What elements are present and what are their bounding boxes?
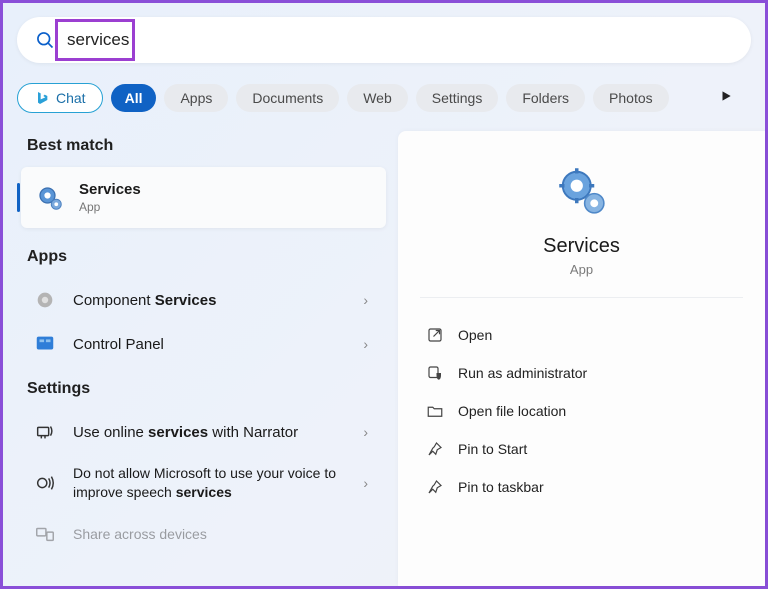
chevron-right-icon: › — [363, 424, 374, 440]
detail-title: Services — [420, 235, 743, 258]
group-best-match: Best match — [27, 137, 380, 155]
shield-admin-icon — [426, 364, 444, 382]
services-gear-icon — [35, 183, 65, 213]
best-match-subtitle: App — [79, 200, 372, 214]
narrator-icon — [33, 420, 57, 444]
tab-chat-label: Chat — [56, 90, 86, 106]
play-icon — [719, 89, 733, 103]
open-icon — [426, 326, 444, 344]
bing-icon — [34, 90, 50, 106]
best-match-item[interactable]: Services App — [21, 167, 386, 228]
action-open-location[interactable]: Open file location — [420, 392, 743, 430]
tab-chat[interactable]: Chat — [17, 83, 103, 113]
pin-icon — [426, 440, 444, 458]
result-title: Component Services — [73, 292, 363, 309]
tab-apps[interactable]: Apps — [164, 84, 228, 112]
action-run-admin[interactable]: Run as administrator — [420, 354, 743, 392]
action-pin-taskbar[interactable]: Pin to taskbar — [420, 468, 743, 506]
action-pin-start[interactable]: Pin to Start — [420, 430, 743, 468]
detail-subtitle: App — [420, 262, 743, 277]
tabs-more-button[interactable] — [719, 89, 751, 108]
folder-icon — [426, 402, 444, 420]
result-title: Use online services with Narrator — [73, 424, 363, 441]
search-bar[interactable] — [17, 17, 751, 63]
result-control-panel[interactable]: Control Panel › — [21, 322, 386, 366]
chevron-right-icon: › — [363, 292, 374, 308]
tab-web[interactable]: Web — [347, 84, 408, 112]
tab-settings[interactable]: Settings — [416, 84, 499, 112]
component-services-icon — [33, 288, 57, 312]
pin-icon — [426, 478, 444, 496]
chevron-right-icon: › — [363, 336, 374, 352]
result-title: Do not allow Microsoft to use your voice… — [73, 464, 363, 502]
tab-photos[interactable]: Photos — [593, 84, 669, 112]
filter-tabs: Chat All Apps Documents Web Settings Fol… — [3, 71, 765, 131]
result-title: Control Panel — [73, 336, 363, 353]
chevron-right-icon: › — [363, 475, 374, 491]
result-narrator-services[interactable]: Use online services with Narrator › — [21, 410, 386, 454]
voice-icon — [33, 471, 57, 495]
control-panel-icon — [33, 332, 57, 356]
result-component-services[interactable]: Component Services › — [21, 278, 386, 322]
best-match-title: Services — [79, 181, 372, 198]
tab-documents[interactable]: Documents — [236, 84, 339, 112]
detail-panel: Services App Open Run as administrator O… — [398, 131, 765, 586]
search-input[interactable] — [67, 30, 733, 50]
group-settings: Settings — [27, 380, 380, 398]
detail-app-icon — [554, 163, 610, 219]
tab-all[interactable]: All — [111, 84, 157, 112]
result-voice-services[interactable]: Do not allow Microsoft to use your voice… — [21, 454, 386, 512]
results-panel: Best match Services App Apps Compo — [3, 131, 398, 586]
share-devices-icon — [33, 522, 57, 546]
action-open[interactable]: Open — [420, 316, 743, 354]
search-icon — [35, 30, 55, 50]
group-apps: Apps — [27, 248, 380, 266]
tab-folders[interactable]: Folders — [506, 84, 585, 112]
result-truncated[interactable]: Share across devices — [21, 512, 386, 556]
